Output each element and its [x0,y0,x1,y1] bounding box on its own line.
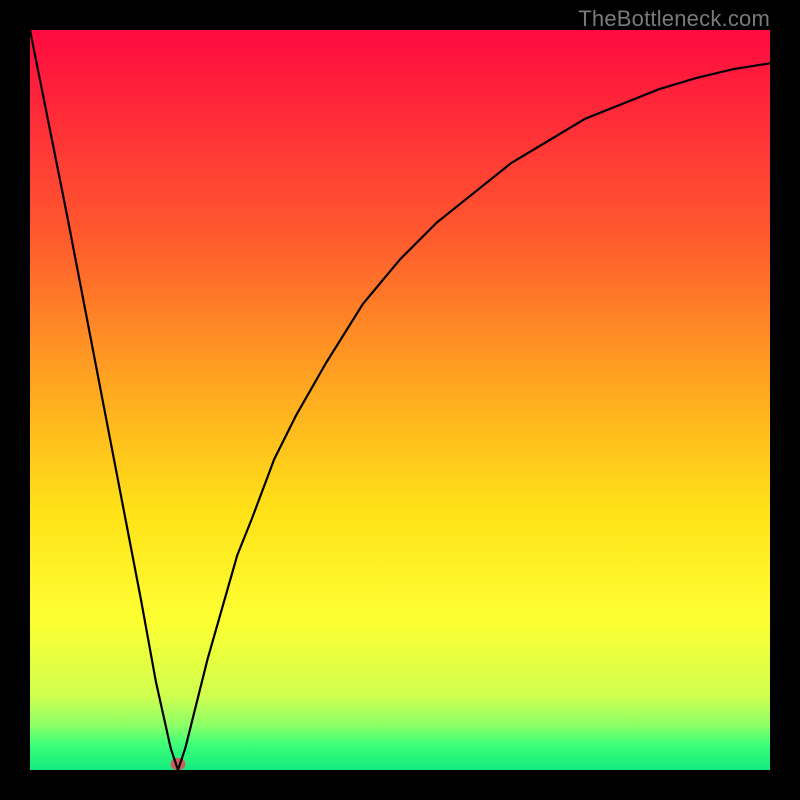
watermark-text: TheBottleneck.com [578,6,770,32]
gradient-background [30,30,770,770]
plot-area [30,30,770,770]
chart-frame: TheBottleneck.com [0,0,800,800]
bottleneck-chart [30,30,770,770]
